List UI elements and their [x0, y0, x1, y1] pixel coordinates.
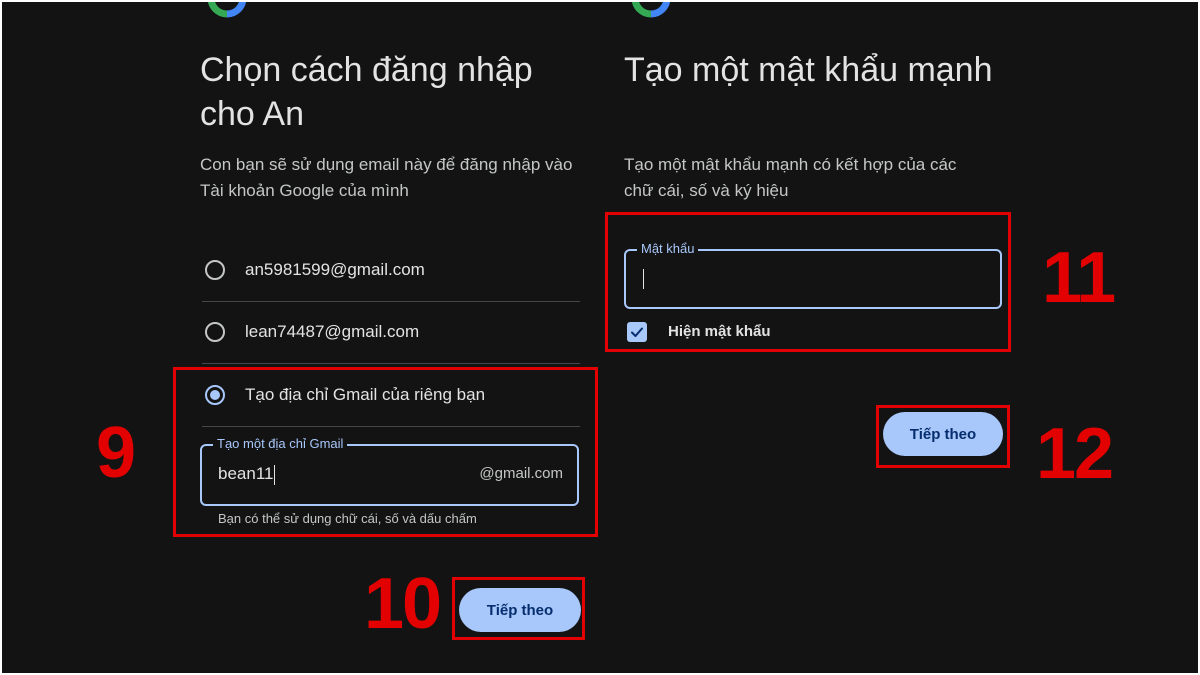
step-number-12: 12	[1036, 414, 1114, 494]
radio-option-label: an5981599@gmail.com	[245, 260, 425, 279]
step-number-11: 11	[1042, 238, 1116, 318]
password-input[interactable]: Mật khẩu	[624, 241, 1002, 309]
radio-option-an5981599[interactable]: an5981599@gmail.com	[202, 240, 580, 300]
annotation-box-step-9	[173, 367, 598, 537]
annotation-box-step-12	[876, 405, 1010, 468]
password-input-label: Mật khẩu	[637, 241, 699, 257]
password-value-wrap	[642, 268, 644, 289]
right-page-title: Tạo một mật khẩu mạnh	[624, 51, 993, 89]
show-password-checkbox[interactable]	[627, 322, 647, 342]
text-caret	[643, 268, 644, 289]
checkmark-icon	[631, 327, 643, 337]
option-divider	[202, 363, 580, 364]
left-page-subtitle: Con bạn sẽ sử dụng email này để đăng nhậ…	[200, 155, 573, 200]
radio-button-icon[interactable]	[205, 322, 225, 342]
show-password-label: Hiện mật khẩu	[668, 323, 771, 340]
right-page-subtitle: Tạo một mật khẩu mạnh có kết hợp của các…	[624, 155, 957, 200]
radio-option-lean74487[interactable]: lean74487@gmail.com	[202, 302, 580, 362]
radio-button-icon[interactable]	[205, 260, 225, 280]
google-logo-icon	[631, 2, 671, 18]
left-page-title: Chọn cách đăng nhập cho An	[200, 51, 533, 133]
step-number-9: 9	[96, 413, 136, 493]
step-number-10: 10	[364, 564, 442, 644]
google-logo-icon	[207, 2, 247, 18]
annotation-box-step-10	[452, 577, 585, 640]
radio-option-label: lean74487@gmail.com	[245, 322, 420, 341]
screenshot-stage: Chọn cách đăng nhập cho An Con bạn sẽ sử…	[2, 2, 1198, 673]
